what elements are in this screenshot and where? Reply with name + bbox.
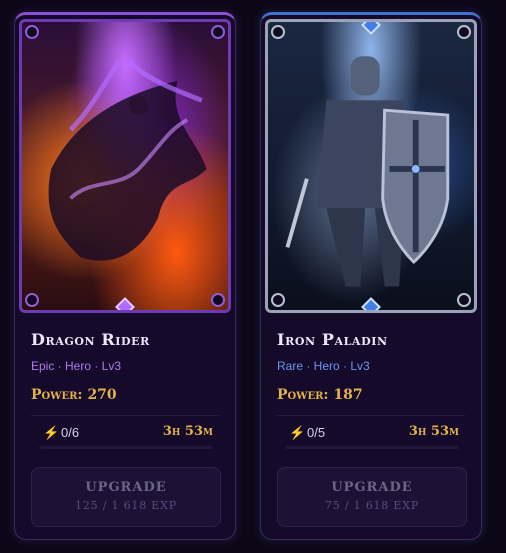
hero-meta: Epic · Hero · Lv3 [31,359,122,373]
frame-corner-ornament [457,25,471,39]
hero-card-dragon-rider[interactable]: Dragon Rider Epic · Hero · Lv3 Power: 27… [14,12,236,540]
frame-corner-ornament [25,25,39,39]
card-art-dragon-rider [19,19,231,313]
hero-card-iron-paladin[interactable]: Iron Paladin Rare · Hero · Lv3 Power: 18… [260,12,482,540]
frame-corner-ornament [25,293,39,307]
energy-count: 0/5 [307,425,326,440]
iron-paladin-illustration [285,56,450,287]
energy-progress-bar [39,446,213,449]
divider [277,415,465,416]
frame-corner-ornament [457,293,471,307]
hero-power: Power: 187 [277,387,363,403]
upgrade-cost: 125 / 1 618 EXP [75,499,177,512]
upgrade-label: UPGRADE [85,480,167,495]
hero-name: Iron Paladin [277,330,388,349]
upgrade-label: UPGRADE [331,480,413,495]
frame-corner-ornament [211,293,225,307]
upgrade-button[interactable]: UPGRADE 125 / 1 618 EXP [31,467,221,527]
upgrade-button[interactable]: UPGRADE 75 / 1 618 EXP [277,467,467,527]
card-art-iron-paladin [265,19,477,313]
upgrade-cost: 75 / 1 618 EXP [324,499,420,512]
bolt-icon: ⚡ [289,425,306,440]
energy-progress-bar [285,446,459,449]
frame-corner-ornament [211,25,225,39]
hero-power: Power: 270 [31,387,117,403]
energy-timer: 3h 53m [162,424,213,439]
dragon-rider-illustration [48,59,207,261]
frame-corner-ornament [271,25,285,39]
hero-meta: Rare · Hero · Lv3 [277,359,370,373]
frame-corner-ornament [271,293,285,307]
divider [31,415,219,416]
hero-name: Dragon Rider [31,330,150,349]
energy-timer: 3h 53m [408,424,459,439]
bolt-icon: ⚡ [43,425,60,440]
energy-count: 0/6 [61,425,80,440]
